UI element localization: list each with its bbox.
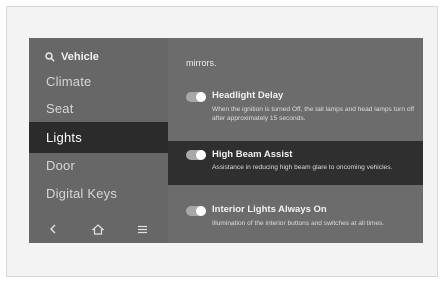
toggle-knob [196,150,206,160]
interior-lights-toggle[interactable] [186,206,206,216]
sidebar-item-digital-keys[interactable]: Digital Keys [29,181,168,207]
setting-interior-lights: Interior Lights Always On Illumination o… [168,204,423,243]
search-label: Vehicle [61,51,99,63]
back-icon[interactable] [45,221,61,237]
setting-title: Headlight Delay [212,90,284,101]
sidebar-item-lights[interactable]: Lights [29,122,168,153]
search-vehicle[interactable]: Vehicle [45,49,99,65]
setting-title: Interior Lights Always On [212,204,327,215]
menu-icon[interactable] [134,221,150,237]
setting-title: High Beam Assist [212,149,293,160]
toggle-knob [196,92,206,102]
setting-description: When the ignition is turned Off, the tai… [212,106,415,122]
setting-description: Assistance in reducing high beam glare t… [212,164,393,171]
sidebar: Vehicle Climate Seat Lights Door Digital… [29,38,168,243]
setting-high-beam-assist: High Beam Assist Assistance in reducing … [168,141,423,185]
search-icon [45,52,55,62]
sidebar-item-climate[interactable]: Climate [29,69,168,95]
sidebar-item-door[interactable]: Door [29,153,168,179]
infotainment-screen: Vehicle Climate Seat Lights Door Digital… [29,38,423,243]
headlight-delay-toggle[interactable] [186,92,206,102]
sidebar-item-seat[interactable]: Seat [29,96,168,122]
setting-headlight-delay: Headlight Delay When the ignition is tur… [168,90,423,134]
scrolled-text: mirrors. [186,58,217,68]
settings-content: mirrors. Headlight Delay When the igniti… [168,38,423,243]
bottom-nav [29,216,168,243]
toggle-knob [196,206,206,216]
setting-description: Illumination of the interior buttons and… [212,220,385,227]
home-icon[interactable] [90,221,106,237]
high-beam-assist-toggle[interactable] [186,150,206,160]
